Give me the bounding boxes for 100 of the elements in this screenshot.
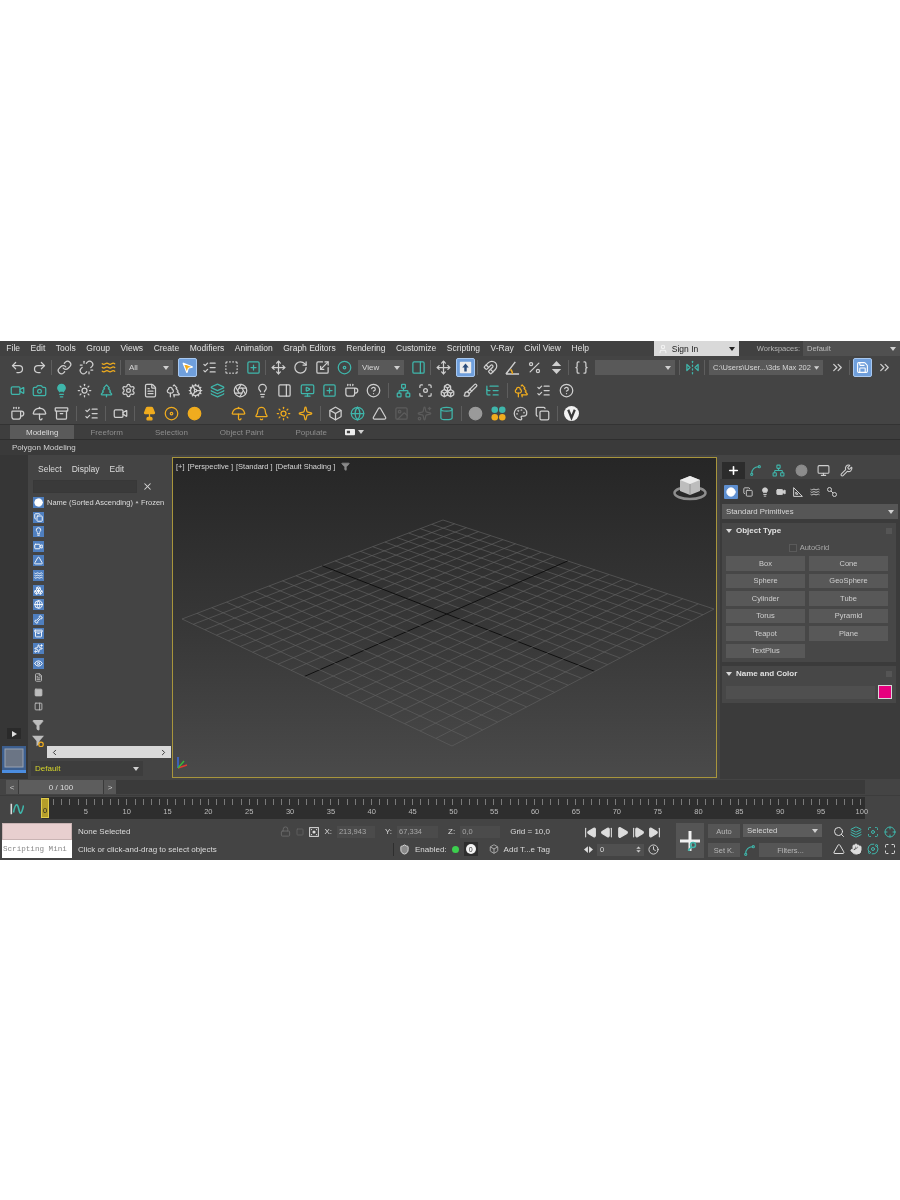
listener-output-field[interactable] [2,823,72,840]
sphere-icon[interactable] [468,405,484,421]
list-tree-icon[interactable] [484,383,500,398]
next-frame-button[interactable]: > [104,780,116,794]
list-icon[interactable] [201,360,217,375]
cog-icon[interactable] [188,383,203,398]
chevron-left-icon[interactable] [50,747,59,757]
ribbon-tab[interactable]: Populate [279,425,343,439]
percent-icon[interactable] [526,360,542,375]
braces-icon[interactable] [573,360,589,375]
search-icon[interactable] [832,825,845,838]
curve-icon[interactable] [10,801,24,816]
panel-icon[interactable] [277,383,293,398]
link-icon[interactable] [56,360,72,375]
boxes-icon[interactable] [32,584,44,596]
ribbon-tab[interactable]: Freeform [74,425,139,439]
bell-icon[interactable] [253,405,269,421]
disc-icon[interactable] [336,360,352,375]
gear-icon[interactable] [121,383,137,398]
menu-item[interactable]: Create [148,341,185,356]
menu-item[interactable]: Graph Editors [277,341,341,356]
menu-item[interactable]: Select [38,464,62,474]
circle-icon[interactable] [186,405,202,421]
menu-item[interactable]: Rendering [340,341,391,356]
time-slider-track[interactable]: < 0 / 100 > [6,780,865,794]
menu-item[interactable]: Display [71,464,100,474]
orbit-icon[interactable] [866,842,879,855]
umbrella-icon[interactable] [231,405,247,421]
linked-circles-icon[interactable] [824,485,839,499]
spinner-arrows-icon[interactable] [635,846,642,853]
undo-icon[interactable] [9,360,25,375]
skip-forward-icon[interactable] [648,825,661,839]
panel-icon[interactable] [410,360,426,375]
menu-item[interactable]: Animation [229,341,278,356]
camera-icon[interactable] [31,383,47,398]
skip-back-icon[interactable] [584,825,597,839]
monitor-play-icon[interactable] [299,383,315,398]
focus-icon[interactable] [866,825,879,838]
cylinder-icon[interactable] [439,405,454,421]
document-icon[interactable] [32,672,44,684]
archive-icon[interactable] [54,405,70,421]
view-cube-icon[interactable] [673,473,707,501]
key-button[interactable] [676,823,704,858]
lamp-icon[interactable] [142,405,158,421]
expand-button[interactable] [7,728,21,739]
filter-icon[interactable] [32,718,44,731]
ribbon-panel-title[interactable]: Polygon Modeling [12,443,76,452]
move-icon[interactable] [435,360,451,375]
aperture-icon[interactable] [232,383,248,398]
square-plus-icon[interactable] [245,360,261,375]
chevron-right-icon[interactable] [159,747,168,757]
rectangle-icon[interactable] [345,427,355,437]
menu-item[interactable]: Edit [25,341,51,356]
globe-icon[interactable] [32,599,44,611]
cursor-icon[interactable] [177,358,197,377]
video-camera-icon[interactable] [9,383,25,398]
close-icon[interactable] [142,480,153,492]
selection-filter-dropdown[interactable]: All [125,360,173,375]
focus-icon[interactable] [418,383,433,398]
filter-icon[interactable] [341,462,351,471]
maximize-icon[interactable] [883,842,896,855]
network-icon[interactable] [395,383,411,398]
dotted-square-icon[interactable] [309,826,320,837]
previous-frame-button[interactable]: < [6,780,18,794]
sparkles-icon[interactable] [32,642,44,654]
brush-icon[interactable] [462,383,478,398]
square-tile-icon[interactable] [2,746,26,773]
disc-icon[interactable] [164,405,180,421]
list-icon[interactable] [83,405,99,421]
rotate-icon[interactable] [292,360,308,375]
sun-icon[interactable] [275,405,291,421]
squares-icon[interactable] [32,511,44,523]
cube-icon[interactable] [327,405,343,421]
crosshair-icon[interactable] [883,825,896,838]
layers-icon[interactable] [849,825,862,838]
help-icon[interactable] [366,383,382,398]
triangle-ruler-icon[interactable] [791,485,806,499]
menu-item[interactable]: Group [81,341,116,356]
color-swatch-icon[interactable] [878,685,892,699]
magnet-icon[interactable] [482,360,498,375]
cup-icon[interactable] [344,383,360,398]
sign-in-dropdown[interactable]: Sign In [653,341,739,356]
clock-icon[interactable] [648,844,659,855]
sun-icon[interactable] [76,383,92,398]
menu-item[interactable]: File [1,341,26,356]
angle-icon[interactable] [504,360,520,375]
waves-icon[interactable] [32,569,44,581]
menu-item[interactable]: Views [115,341,149,356]
ribbon-tab[interactable]: Modeling [10,425,75,439]
video-camera-icon[interactable] [32,540,44,552]
coordinate-system-dropdown[interactable]: View [358,360,404,375]
redo-icon[interactable] [31,360,47,375]
triangle-icon[interactable] [832,842,845,855]
menu-item[interactable]: Edit [109,464,125,474]
document-icon[interactable] [143,383,159,398]
lightbulb-icon[interactable] [32,526,44,538]
cube-icon[interactable] [488,844,499,855]
umbrella-icon[interactable] [31,405,47,421]
tag-label[interactable]: Add T...e Tag [503,844,550,854]
boxes-icon[interactable] [440,383,456,398]
